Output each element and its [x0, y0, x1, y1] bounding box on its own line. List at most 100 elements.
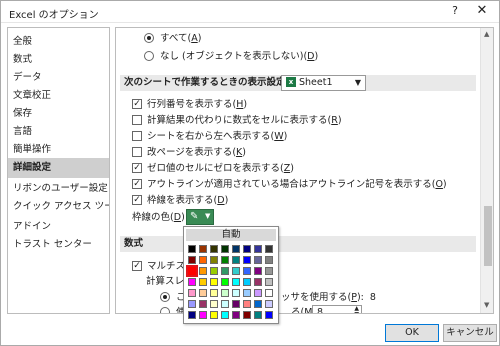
- scroll-thumb[interactable]: [484, 206, 492, 266]
- color-swatch[interactable]: [265, 256, 273, 264]
- color-swatch[interactable]: [254, 278, 262, 286]
- radio-manual[interactable]: 使: [160, 306, 186, 313]
- sidebar-item-advanced[interactable]: 詳細設定: [8, 158, 109, 178]
- color-swatch[interactable]: [188, 278, 196, 286]
- color-swatch[interactable]: [243, 267, 251, 275]
- radio-show-all[interactable]: すべて(A): [144, 32, 201, 46]
- color-swatch[interactable]: [265, 311, 273, 319]
- color-swatch[interactable]: [254, 289, 262, 297]
- color-swatch[interactable]: [265, 278, 273, 286]
- color-swatch[interactable]: [254, 300, 262, 308]
- spinner-icon[interactable]: ▲▼: [354, 306, 359, 314]
- color-swatch[interactable]: [265, 267, 273, 275]
- color-swatch[interactable]: [210, 278, 218, 286]
- color-swatch[interactable]: [210, 311, 218, 319]
- color-swatch[interactable]: [254, 267, 262, 275]
- radio-use-all-processors[interactable]: こ: [160, 291, 186, 305]
- option-show-gridlines[interactable]: ✓ 枠線を表示する(D): [132, 194, 228, 208]
- ok-button[interactable]: OK: [385, 324, 439, 342]
- color-swatch[interactable]: [188, 311, 196, 319]
- color-swatch[interactable]: [210, 245, 218, 253]
- color-swatch[interactable]: [210, 289, 218, 297]
- color-swatch[interactable]: [232, 245, 240, 253]
- color-swatch[interactable]: [210, 267, 218, 275]
- option-show-zero[interactable]: ✓ ゼロ値のセルにゼロを表示する(Z): [132, 162, 294, 176]
- color-swatch[interactable]: [199, 245, 207, 253]
- checkbox[interactable]: ✓: [132, 162, 142, 173]
- color-swatch[interactable]: [243, 256, 251, 264]
- cancel-button[interactable]: キャンセル: [443, 324, 497, 342]
- scroll-down-icon[interactable]: ▼: [484, 301, 489, 309]
- checkbox[interactable]: [132, 146, 142, 157]
- checkbox[interactable]: [132, 114, 142, 125]
- checkbox[interactable]: [132, 130, 142, 141]
- sidebar-item-quick-access[interactable]: クイック アクセス ツール バー: [8, 197, 109, 217]
- option-page-breaks[interactable]: 改ページを表示する(K): [132, 146, 246, 160]
- help-icon[interactable]: ?: [448, 4, 462, 17]
- checkbox[interactable]: ✓: [132, 260, 142, 271]
- radio-button[interactable]: [144, 32, 154, 43]
- scroll-up-icon[interactable]: ▲: [484, 30, 489, 38]
- color-swatch[interactable]: [221, 278, 229, 286]
- color-swatch[interactable]: [221, 300, 229, 308]
- sheet-select[interactable]: x Sheet1 ▼: [281, 75, 366, 91]
- thread-count-input[interactable]: 8 ▲▼: [312, 305, 362, 314]
- color-swatch[interactable]: [221, 245, 229, 253]
- checkbox[interactable]: ✓: [132, 98, 142, 109]
- color-swatch[interactable]: [221, 267, 229, 275]
- sidebar-item-save[interactable]: 保存: [8, 104, 109, 124]
- color-swatch[interactable]: [243, 245, 251, 253]
- color-swatch[interactable]: [232, 267, 240, 275]
- color-swatch[interactable]: [243, 311, 251, 319]
- color-swatch[interactable]: [265, 289, 273, 297]
- color-swatch[interactable]: [199, 300, 207, 308]
- color-swatch[interactable]: [265, 245, 273, 253]
- radio-button[interactable]: [160, 306, 170, 313]
- color-swatch[interactable]: [186, 265, 198, 277]
- vertical-scrollbar[interactable]: ▲ ▼: [480, 28, 493, 313]
- gridline-color-button[interactable]: ✎ ▼: [186, 209, 214, 225]
- color-swatch[interactable]: [210, 256, 218, 264]
- option-right-to-left[interactable]: シートを右から左へ表示する(W): [132, 130, 287, 144]
- color-swatch[interactable]: [188, 245, 196, 253]
- checkbox[interactable]: ✓: [132, 178, 142, 189]
- color-swatch[interactable]: [221, 289, 229, 297]
- color-swatch[interactable]: [232, 256, 240, 264]
- color-swatch[interactable]: [199, 267, 207, 275]
- sidebar-item-language[interactable]: 言語: [8, 122, 109, 142]
- color-swatch[interactable]: [199, 311, 207, 319]
- option-show-formulas[interactable]: 計算結果の代わりに数式をセルに表示する(R): [132, 114, 342, 128]
- color-swatch[interactable]: [232, 289, 240, 297]
- color-swatch[interactable]: [199, 278, 207, 286]
- radio-button[interactable]: [160, 291, 170, 302]
- close-icon[interactable]: ✕: [475, 3, 489, 18]
- sidebar-item-trust-center[interactable]: トラスト センター: [8, 235, 109, 255]
- color-swatch[interactable]: [199, 289, 207, 297]
- color-swatch[interactable]: [188, 256, 196, 264]
- sidebar-item-formulas[interactable]: 数式: [8, 50, 109, 70]
- color-swatch[interactable]: [210, 300, 218, 308]
- radio-show-none[interactable]: なし (オブジェクトを表示しない)(D): [144, 50, 318, 64]
- sidebar-item-customize-ribbon[interactable]: リボンのユーザー設定: [8, 179, 109, 199]
- option-outline-symbols[interactable]: ✓ アウトラインが適用されている場合はアウトライン記号を表示する(O): [132, 178, 447, 192]
- color-swatch[interactable]: [243, 289, 251, 297]
- color-swatch[interactable]: [254, 256, 262, 264]
- option-show-headers[interactable]: ✓ 行列番号を表示する(H): [132, 98, 247, 112]
- color-swatch[interactable]: [221, 311, 229, 319]
- color-swatch[interactable]: [188, 300, 196, 308]
- color-swatch[interactable]: [232, 311, 240, 319]
- color-swatch[interactable]: [221, 256, 229, 264]
- color-swatch[interactable]: [254, 311, 262, 319]
- sidebar-item-accessibility[interactable]: 簡単操作: [8, 140, 109, 160]
- sidebar-item-proofing[interactable]: 文章校正: [8, 86, 109, 106]
- color-swatch[interactable]: [243, 278, 251, 286]
- checkbox[interactable]: ✓: [132, 194, 142, 205]
- sidebar-item-data[interactable]: データ: [8, 68, 109, 88]
- color-swatch[interactable]: [243, 300, 251, 308]
- sidebar-item-general[interactable]: 全般: [8, 32, 109, 52]
- color-swatch[interactable]: [232, 300, 240, 308]
- color-swatch[interactable]: [232, 278, 240, 286]
- color-swatch[interactable]: [188, 289, 196, 297]
- color-swatch[interactable]: [265, 300, 273, 308]
- sidebar-item-addins[interactable]: アドイン: [8, 217, 109, 237]
